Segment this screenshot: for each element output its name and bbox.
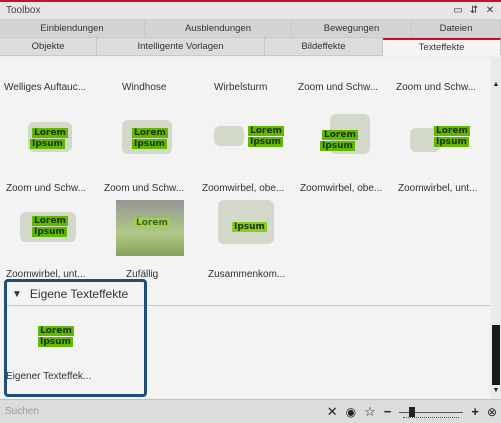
pin-icon[interactable]: ⇵ (469, 5, 479, 16)
scroll-up-icon[interactable]: ▲ (491, 80, 501, 90)
window-title: Toolbox (6, 5, 41, 16)
effect-thumbnail: Lorem Ipsum (116, 114, 184, 170)
effect-thumbnail: Lorem Ipsum (312, 114, 380, 170)
effect-item[interactable]: Lorem Ipsum Zoomwirbel, unt... (396, 104, 491, 200)
bottom-toolbar: Suchen ✕ ◉ ☆ − + ⊗ (0, 399, 501, 423)
titlebar: Toolbox ▭ ⇵ ✕ (0, 2, 501, 20)
tab-bildeffekte[interactable]: Bildeffekte (265, 38, 383, 56)
effect-item[interactable]: Lorem Ipsum Zoomwirbel, unt... (4, 190, 100, 286)
vertical-scrollbar[interactable]: ▲ ▼ (491, 58, 501, 400)
zoom-in-icon[interactable]: + (471, 404, 479, 419)
scroll-down-icon[interactable]: ▼ (491, 386, 501, 396)
effect-item[interactable]: Lorem Ipsum Zoomwirbel, obe... (200, 104, 296, 200)
tab-dateien[interactable]: Dateien (412, 20, 501, 38)
effect-item[interactable]: Lorem Zufällig (102, 190, 198, 286)
effect-thumbnail: Lorem Ipsum (214, 114, 284, 170)
tabs-row-secondary: Objekte Intelligente Vorlagen Bildeffekt… (0, 38, 501, 56)
effect-label[interactable]: Welliges Auftauc... (4, 82, 100, 96)
zoom-reset-icon[interactable]: ⊗ (487, 405, 497, 419)
close-icon[interactable]: ✕ (485, 5, 495, 16)
tab-texteffekte[interactable]: Texteffekte (383, 38, 501, 56)
scrollbar-thumb[interactable] (492, 325, 500, 385)
toolbox-window: Toolbox ▭ ⇵ ✕ Einblendungen Ausblendunge… (0, 0, 501, 423)
eye-icon[interactable]: ◉ (346, 405, 356, 419)
tab-intelligente-vorlagen[interactable]: Intelligente Vorlagen (97, 38, 265, 56)
zoom-out-icon[interactable]: − (384, 404, 392, 419)
effect-item[interactable]: Lorem Ipsum Zoom und Schw... (102, 104, 198, 200)
effect-item[interactable]: Lorem Ipsum Zoomwirbel, obe... (298, 104, 394, 200)
effect-thumbnail: Ipsum (214, 200, 282, 256)
effects-row-3: Lorem Ipsum Zoomwirbel, unt... Lorem Zuf… (0, 190, 491, 286)
effect-label[interactable]: Zoom und Schw... (396, 82, 491, 96)
top-row: Welliges Auftauc... Windhose Wirbelsturm… (0, 82, 491, 96)
effect-item[interactable]: Lorem Ipsum Zoom und Schw... (4, 104, 100, 200)
effect-thumbnail: Lorem Ipsum (18, 114, 86, 170)
clear-search-icon[interactable]: ✕ (327, 404, 338, 420)
effects-row-2: Lorem Ipsum Zoom und Schw... Lorem Ipsum… (0, 104, 491, 200)
highlight-box (4, 279, 147, 397)
effect-thumbnail: Lorem (116, 200, 184, 256)
tab-objekte[interactable]: Objekte (0, 38, 97, 56)
search-input[interactable]: Suchen (5, 406, 327, 417)
tab-ausblendungen[interactable]: Ausblendungen (145, 20, 292, 38)
effect-label: Zusammenkom... (208, 269, 286, 280)
tab-einblendungen[interactable]: Einblendungen (0, 20, 145, 38)
effect-thumbnail: Lorem Ipsum (410, 114, 478, 170)
effect-thumbnail: Lorem Ipsum (18, 200, 86, 256)
tab-bewegungen[interactable]: Bewegungen (292, 20, 412, 38)
tabs-row-primary: Einblendungen Ausblendungen Bewegungen D… (0, 20, 501, 38)
maximize-icon[interactable]: ▭ (453, 5, 463, 16)
zoom-slider-handle[interactable] (409, 406, 416, 417)
star-icon[interactable]: ☆ (364, 404, 376, 420)
effect-label[interactable]: Zoom und Schw... (298, 82, 394, 96)
effect-label[interactable]: Windhose (102, 82, 198, 96)
effect-label[interactable]: Wirbelsturm (200, 82, 296, 96)
zoom-slider[interactable] (399, 406, 464, 418)
effect-item[interactable]: Ipsum Zusammenkom... (200, 190, 296, 286)
